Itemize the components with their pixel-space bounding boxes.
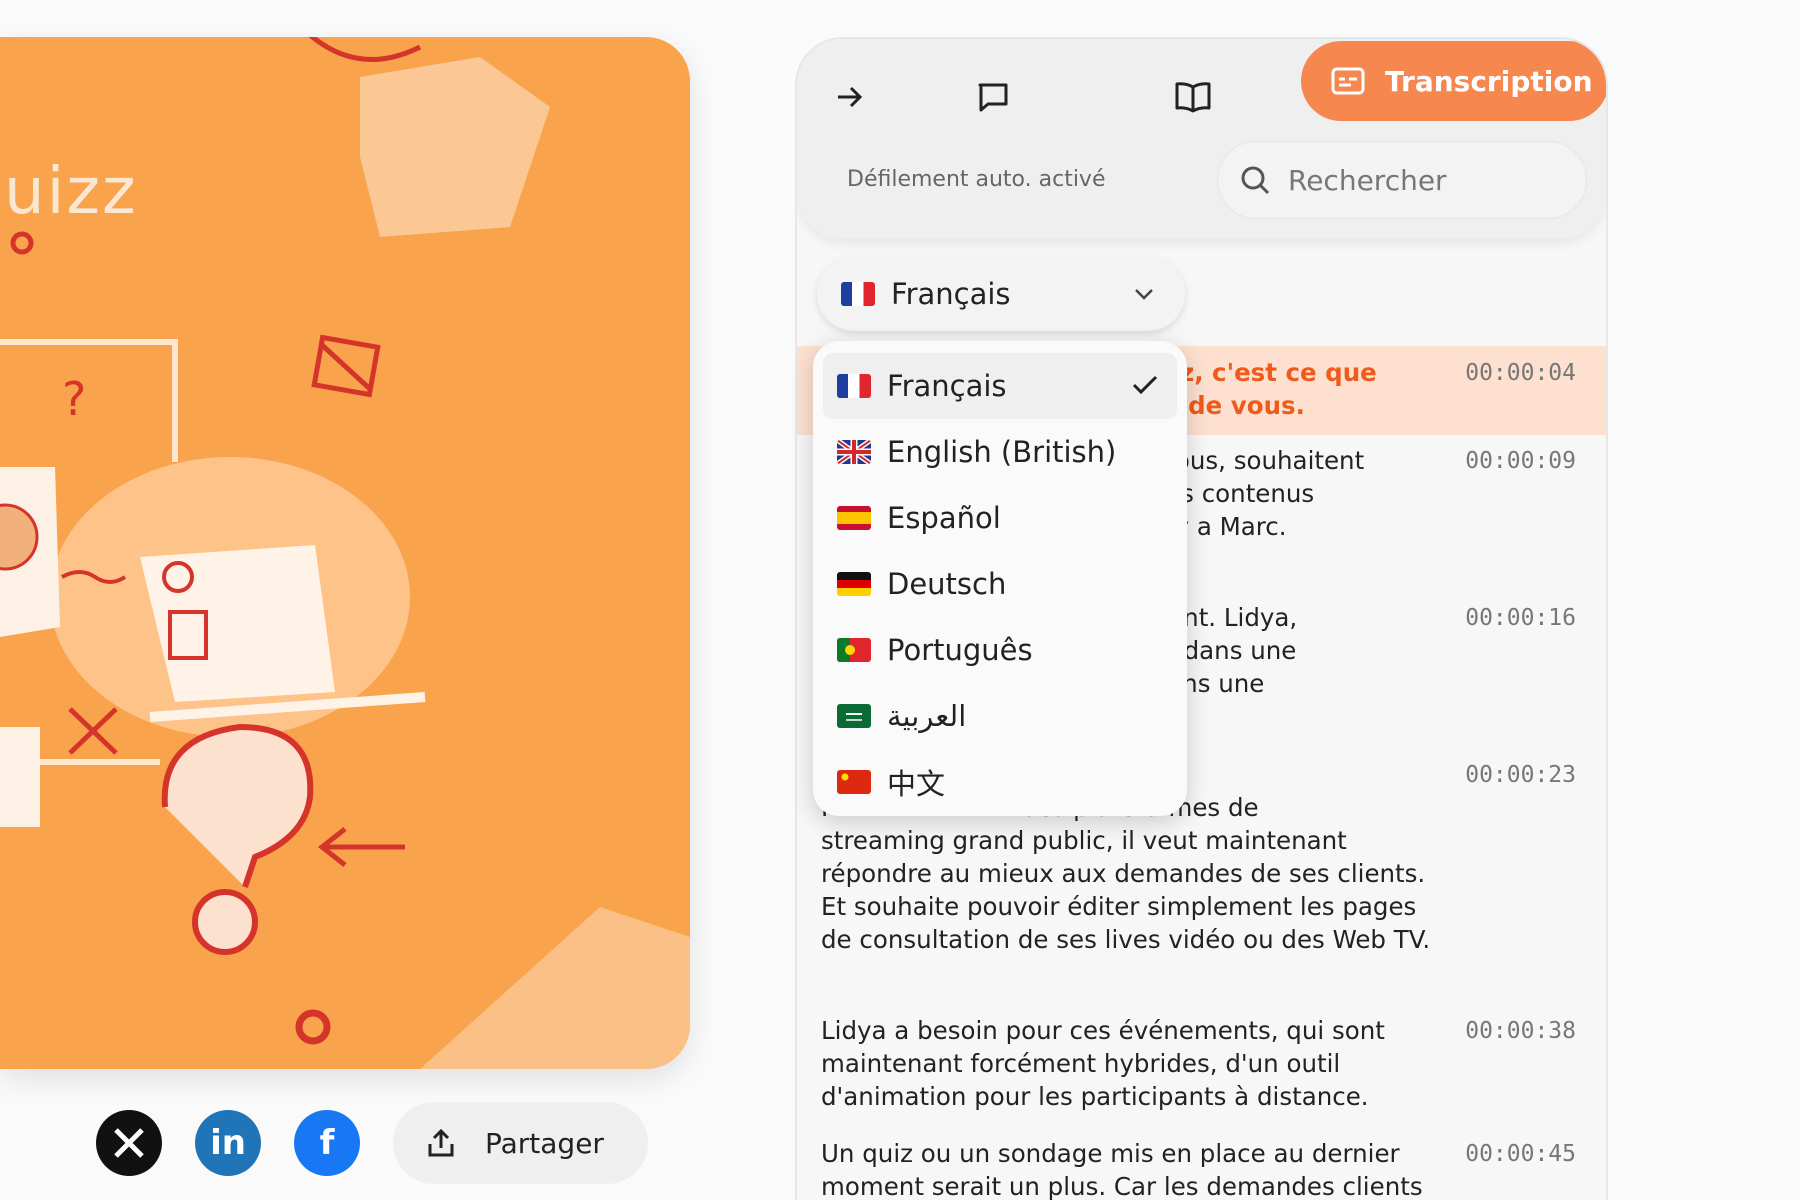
france-flag-icon <box>841 282 875 306</box>
language-select-value: Français <box>891 277 1011 311</box>
check-icon <box>1132 375 1158 395</box>
language-option-fr[interactable]: Français <box>823 353 1177 419</box>
share-icon <box>428 1128 454 1157</box>
segment-timestamp[interactable]: 00:00:04 <box>1465 360 1576 386</box>
segment-timestamp[interactable]: 00:00:16 <box>1465 605 1576 631</box>
share-button[interactable]: Partager <box>393 1102 648 1184</box>
language-option-label: Français <box>887 369 1007 403</box>
video-player[interactable]: ? uizz <box>0 37 690 1069</box>
germany-flag-icon <box>837 572 871 596</box>
language-option-label: Deutsch <box>887 567 1007 601</box>
spain-flag-icon <box>837 506 871 530</box>
portugal-flag-icon <box>837 638 871 662</box>
chevron-down-icon <box>1135 289 1153 300</box>
linkedin-icon: in <box>210 1123 246 1163</box>
segment-timestamp[interactable]: 00:00:45 <box>1465 1141 1576 1167</box>
facebook-share-button[interactable]: f <box>294 1110 360 1176</box>
language-option-label: Português <box>887 633 1033 667</box>
language-option-label: Español <box>887 501 1001 535</box>
search-icon <box>1241 166 1270 195</box>
segment-text: Lidya a besoin pour ces événements, qui … <box>821 1016 1385 1111</box>
arrow-right-icon <box>838 86 863 108</box>
search-input[interactable]: Rechercher <box>1217 141 1587 219</box>
language-option-en-gb[interactable]: English (British) <box>823 419 1177 485</box>
segment-timestamp[interactable]: 00:00:38 <box>1465 1018 1576 1044</box>
china-flag-icon <box>837 770 871 794</box>
x-share-button[interactable] <box>96 1110 162 1176</box>
search-placeholder: Rechercher <box>1288 163 1447 197</box>
linkedin-share-button[interactable]: in <box>195 1110 261 1176</box>
france-flag-icon <box>837 374 871 398</box>
language-option-de[interactable]: Deutsch <box>823 551 1177 617</box>
autoscroll-toggle[interactable]: Défilement auto. activé <box>847 167 1106 192</box>
segment-text: Un quiz ou un sondage mis en place au de… <box>821 1139 1423 1200</box>
language-option-zh[interactable]: 中文 <box>823 749 1177 815</box>
collapse-panel-button[interactable] <box>819 67 879 127</box>
x-icon <box>114 1128 144 1158</box>
chat-icon <box>978 83 1008 112</box>
uk-flag-icon <box>837 440 871 464</box>
chat-tab[interactable] <box>963 67 1023 127</box>
transcription-tab[interactable]: Transcription <box>1301 41 1606 121</box>
language-dropdown: Français English (British) Español Deuts… <box>813 341 1187 816</box>
language-option-label: English (British) <box>887 435 1117 469</box>
panel-header: Transcription Défilement auto. activé Re… <box>797 39 1606 239</box>
segment-timestamp[interactable]: 00:00:23 <box>1465 762 1576 788</box>
subtitles-icon <box>1331 67 1365 95</box>
transcript-segment[interactable]: Lidya a besoin pour ces événements, qui … <box>797 1014 1606 1124</box>
share-row: in f Partager <box>96 1102 648 1184</box>
language-option-es[interactable]: Español <box>823 485 1177 551</box>
segment-timestamp[interactable]: 00:00:09 <box>1465 448 1576 474</box>
saudi-flag-icon <box>837 704 871 728</box>
language-select[interactable]: Français <box>817 257 1185 331</box>
language-option-label: العربية <box>887 699 967 733</box>
language-option-pt[interactable]: Português <box>823 617 1177 683</box>
facebook-icon: f <box>319 1123 335 1163</box>
language-option-ar[interactable]: العربية <box>823 683 1177 749</box>
share-button-label: Partager <box>485 1126 604 1160</box>
video-title-fragment: uizz <box>4 155 138 229</box>
transcript-segment[interactable]: Un quiz ou un sondage mis en place au de… <box>797 1137 1606 1200</box>
chapters-tab[interactable] <box>1163 67 1223 127</box>
transcription-tab-label: Transcription <box>1385 64 1593 98</box>
svg-text:?: ? <box>62 372 86 426</box>
book-icon <box>1175 82 1211 113</box>
language-option-label: 中文 <box>887 767 946 801</box>
